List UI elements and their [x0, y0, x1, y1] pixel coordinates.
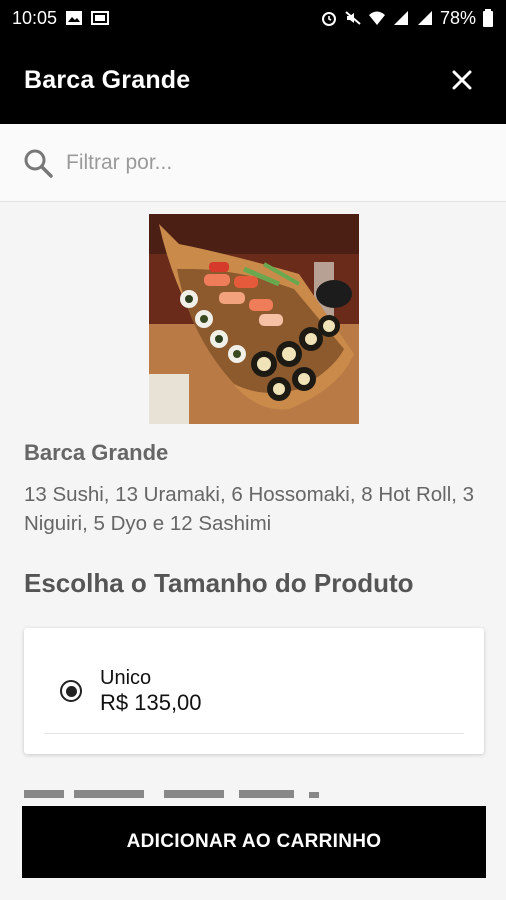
size-option-unico[interactable]: Unico R$ 135,00 [60, 666, 202, 716]
battery-icon [483, 9, 493, 27]
radio-selected-dot [65, 685, 77, 697]
page-title: Barca Grande [24, 65, 191, 94]
wifi-icon [368, 11, 385, 25]
app-bar: Barca Grande [0, 36, 506, 124]
signal-icon-2 [417, 11, 432, 25]
size-option-name: Unico [100, 667, 152, 689]
search-input[interactable] [66, 150, 466, 175]
search-bar [0, 124, 506, 202]
mute-icon [345, 11, 361, 25]
size-options-card: Unico R$ 135,00 [24, 628, 484, 754]
alarm-icon [321, 12, 336, 26]
status-bar: 10:05 78% [0, 0, 506, 36]
product-image [149, 214, 359, 424]
close-icon [452, 70, 472, 90]
battery-percent: 78% [439, 7, 476, 28]
gallery-icon [66, 11, 83, 25]
signal-icon [393, 11, 408, 25]
divider [44, 733, 464, 734]
hidden-section-peek [24, 790, 319, 798]
status-time: 10:05 [12, 7, 58, 28]
size-section-title: Escolha o Tamanho do Produto [24, 568, 414, 598]
cast-icon [91, 11, 110, 25]
search-icon [24, 149, 53, 178]
radio-button[interactable] [60, 680, 82, 702]
product-description: 13 Sushi, 13 Uramaki, 6 Hossomaki, 8 Hot… [24, 483, 475, 535]
product-name: Barca Grande [24, 440, 169, 465]
add-to-cart-button[interactable]: ADICIONAR AO CARRINHO [22, 806, 486, 878]
close-button[interactable] [442, 60, 482, 100]
size-option-price: R$ 135,00 [100, 690, 202, 715]
